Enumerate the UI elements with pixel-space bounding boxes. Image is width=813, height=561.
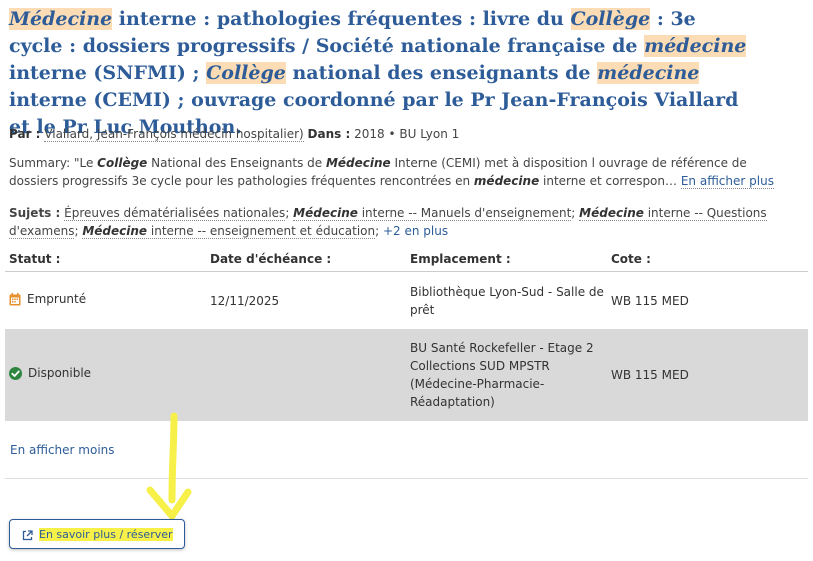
summary-highlight: médecine [473, 174, 540, 188]
author-link[interactable]: Viallard, Jean-François médecin hospital… [44, 127, 304, 142]
divider [5, 478, 808, 479]
subject-link[interactable]: Médecine interne -- enseignement et éduc… [82, 224, 376, 239]
summary-highlight: Collège [97, 156, 148, 170]
title-text: interne : pathologies fréquentes : livre… [112, 8, 571, 30]
summary: Summary: "Le Collège National des Enseig… [9, 154, 799, 190]
call-number-header: Cote : [611, 252, 651, 266]
button-label: En savoir plus / réserver [39, 528, 173, 541]
in-label: Dans : [307, 127, 351, 141]
library-name: BU Lyon 1 [399, 127, 460, 141]
summary-text: National des Enseignants de [147, 156, 326, 170]
meta-bullet: • [388, 127, 396, 141]
subject-text: interne -- Manuels d'enseignement [357, 206, 572, 220]
subject-highlight: Médecine [579, 206, 644, 220]
status-text: Disponible [28, 366, 92, 380]
call-number-cell: WB 115 MED [611, 294, 689, 308]
external-link-icon [22, 530, 33, 541]
title-highlight: médecine [597, 62, 700, 84]
subject-separator: ; [285, 206, 294, 220]
record-title[interactable]: Médecine interne : pathologies fréquente… [9, 6, 749, 141]
title-highlight: Collège [570, 8, 651, 30]
show-less-link[interactable]: En afficher moins [10, 443, 115, 457]
author-label: Par : [9, 127, 41, 141]
status-cell: Disponible [9, 366, 91, 380]
table-row: Emprunté 12/11/2025 Bibliothèque Lyon-Su… [5, 272, 808, 329]
summary-text: Summary: "Le [9, 156, 98, 170]
title-text: national des enseignants de [285, 62, 598, 84]
status-text: Emprunté [27, 292, 87, 306]
record-meta: Par : Viallard, Jean-François médecin ho… [9, 126, 459, 143]
summary-text: interne et correspon… [539, 174, 678, 188]
holdings-table: Statut : Date d'échéance : Emplacement :… [5, 250, 808, 421]
publication-year: 2018 [354, 127, 385, 141]
subject-link[interactable]: Médecine interne -- Manuels d'enseigneme… [293, 206, 572, 221]
title-highlight: Collège [206, 62, 286, 84]
location-cell: BU Santé Rockefeller - Etage 2 Collectio… [410, 341, 594, 409]
subject-separator: ; [571, 206, 580, 220]
annotation-arrow-icon [146, 412, 192, 520]
table-header: Statut : Date d'échéance : Emplacement :… [5, 250, 808, 272]
location-header: Emplacement : [410, 252, 511, 266]
subjects-label: Sujets : [9, 206, 61, 220]
more-info-reserve-button[interactable]: En savoir plus / réserver [9, 519, 185, 549]
table-row: Disponible BU Santé Rockefeller - Etage … [5, 329, 808, 421]
subject-highlight: Médecine [293, 206, 358, 220]
subject-highlight: Médecine [82, 224, 148, 238]
check-circle-icon [9, 367, 22, 380]
subject-link[interactable]: Épreuves dématérialisées nationales [64, 206, 286, 221]
title-highlight: Médecine [9, 8, 113, 30]
due-date-cell: 12/11/2025 [210, 294, 280, 308]
subject-separator: ; [375, 224, 380, 238]
call-number-cell: WB 115 MED [611, 368, 689, 382]
summary-highlight: Médecine [325, 156, 391, 170]
due-date-header: Date d'échéance : [210, 252, 332, 266]
summary-show-more-link[interactable]: En afficher plus [680, 174, 774, 189]
title-text: interne (SNFMI) ; [9, 62, 207, 84]
subjects-more-link[interactable]: +2 en plus [383, 224, 448, 238]
subjects: Sujets : Épreuves dématérialisées nation… [9, 204, 799, 240]
title-highlight: médecine [644, 35, 747, 57]
status-cell: Emprunté [9, 292, 86, 306]
status-header: Statut : [9, 252, 61, 266]
subject-text: interne -- enseignement et éducation [147, 224, 376, 238]
calendar-icon [9, 293, 21, 306]
location-cell: Bibliothèque Lyon-Sud - Salle de prêt [410, 285, 604, 317]
